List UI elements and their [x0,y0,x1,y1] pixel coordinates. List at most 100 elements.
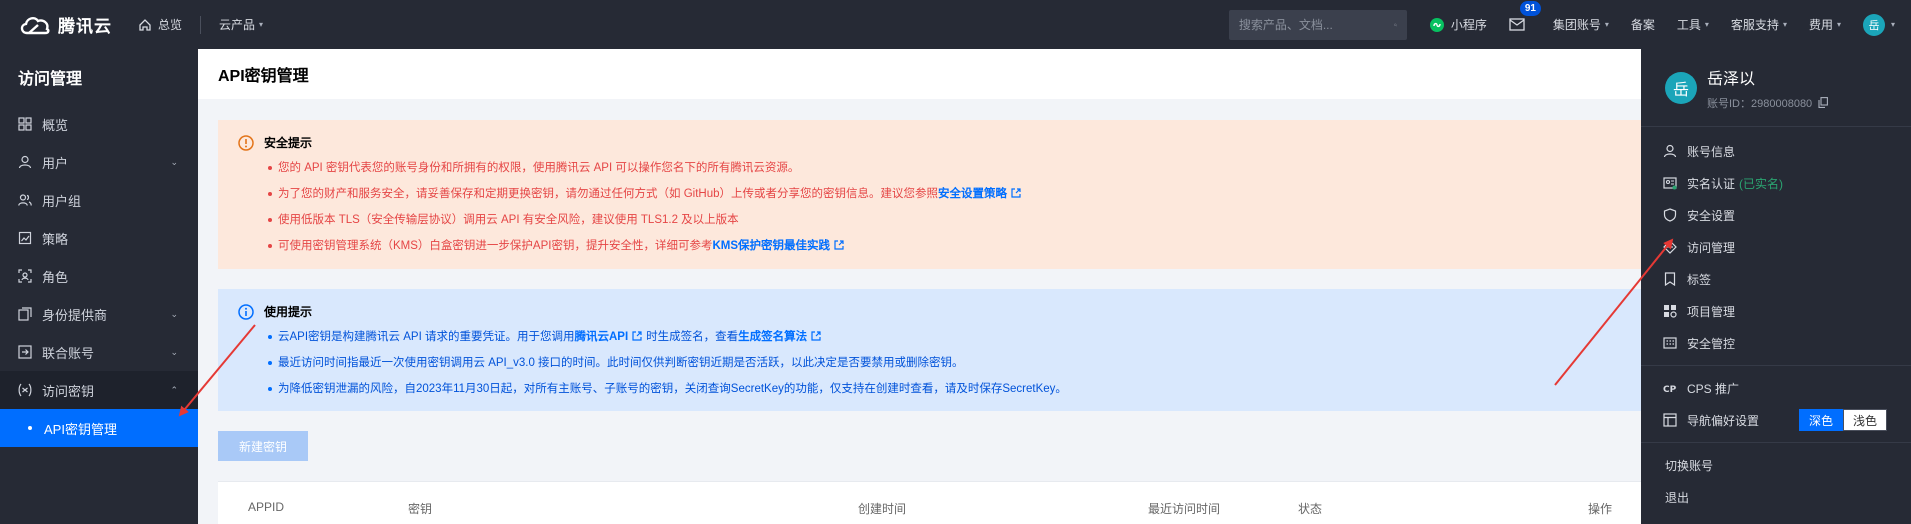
nav-products-menu[interactable]: 云产品 ▾ [219,16,263,33]
security-notice-title: 安全提示 [238,134,1641,151]
switch-account-link[interactable]: 切换账号 [1641,449,1911,481]
sidebar-item-roles[interactable]: 角色 [0,257,198,295]
usage-notice-title: 使用提示 [238,303,1641,320]
search-input[interactable] [1238,17,1394,32]
menu-item-real-name-auth[interactable]: 实名认证 (已实名) [1641,167,1911,199]
group-account-menu[interactable]: 集团账号 ▾ [1553,16,1609,33]
search-box[interactable] [1228,9,1407,40]
sidebar-item-api-key-management[interactable]: API密钥管理 [0,409,198,447]
account-id: 账号ID：2980008080 [1707,95,1829,111]
sidebar-item-label: 角色 [42,269,69,285]
table-header: APPID 密钥 创建时间 最近访问时间 状态 操作 [218,481,1641,524]
menu-item-access-management[interactable]: 访问管理 [1641,231,1911,263]
sidebar-item-federated-accounts[interactable]: 联合账号 ⌄ [0,333,198,371]
billing-menu[interactable]: 费用 ▾ [1809,16,1841,33]
logout-link[interactable]: 退出 [1641,481,1911,513]
column-header-created: 创建时间 [858,502,907,516]
theme-dark-option[interactable]: 深色 [1799,409,1844,431]
support-label: 客服支持 [1730,18,1779,32]
menu-item-security-control[interactable]: 安全管控 [1641,327,1911,359]
menu-item-project-management[interactable]: 项目管理 [1641,295,1911,327]
menu-item-tags[interactable]: 标签 [1641,263,1911,295]
menu-item-label: 导航偏好设置 [1687,413,1760,428]
sidebar-item-label: 概览 [42,117,69,133]
sidebar-item-user-groups[interactable]: 用户组 [0,181,198,219]
usage-notice-list: 云API密钥是构建腾讯云 API 请求的重要凭证。用于您调用腾讯云API 时生成签… [238,324,1641,402]
mini-program-link[interactable]: 小程序 [1429,16,1487,33]
theme-light-option[interactable]: 浅色 [1843,409,1888,431]
beian-link[interactable]: 备案 [1631,16,1655,33]
account-menu[interactable]: 岳 ▾ [1862,13,1895,36]
cps-icon: CPS [1663,385,1677,395]
new-key-button[interactable]: 新建密钥 [218,431,308,461]
security-notice-title-text: 安全提示 [264,136,313,150]
menu-item-label: 访问管理 [1687,240,1736,255]
security-notice: 安全提示 您的 API 密钥代表您的账号身份和所拥有的权限，使用腾讯云 API … [218,120,1641,269]
sidebar-item-label: 联合账号 [42,345,95,361]
sidebar-item-access-keys[interactable]: 访问密钥 ⌃ [0,371,198,409]
key-icon [18,383,32,397]
column-header-last-access: 最近访问时间 [1148,502,1221,516]
chevron-down-icon: ▾ [1604,20,1609,29]
account-name: 岳泽以 [1707,70,1756,88]
tools-menu[interactable]: 工具 ▾ [1677,16,1709,33]
security-policy-link[interactable]: 安全设置策略 [938,188,1007,200]
idp-icon [18,307,32,321]
chevron-up-icon: ⌃ [170,384,178,395]
nav-overview[interactable]: 总览 [138,16,182,33]
menu-item-label: 项目管理 [1687,304,1736,319]
notice-text: 可使用密钥管理系统（KMS）白盒密钥进一步保护API密钥，提升安全性，详细可参考 [278,240,713,252]
kms-best-practice-link[interactable]: KMS保护密钥最佳实践 [712,240,830,252]
notice-text: 云API密钥是构建腾讯云 API 请求的重要凭证。用于您调用 [278,331,575,343]
external-link-icon[interactable] [632,331,642,341]
chevron-down-icon: ▾ [1782,20,1787,29]
menu-item-nav-preferences: 导航偏好设置 深色 浅色 [1641,404,1911,436]
messages-button[interactable]: 91 [1509,1,1541,31]
tencent-cloud-logo[interactable]: 腾讯云 [0,12,128,37]
topbar-right: 小程序 91 集团账号 ▾ 备案 工具 ▾ 客服支持 ▾ 费用 ▾ 岳 ▾ [1228,0,1911,49]
billing-label: 费用 [1808,18,1833,32]
copy-icon[interactable] [1818,97,1829,108]
support-menu[interactable]: 客服支持 ▾ [1731,16,1787,33]
sidebar-item-label: 身份提供商 [42,307,108,323]
external-link-icon[interactable] [1011,188,1021,198]
menu-item-label: 标签 [1687,272,1712,287]
federated-icon [18,345,32,359]
tencent-cloud-api-link[interactable]: 腾讯云API [574,331,628,343]
external-link-icon[interactable] [834,240,844,250]
info-icon [238,303,254,320]
menu-item-account-info[interactable]: 账号信息 [1641,135,1911,167]
avatar: 岳 [1862,13,1885,36]
sidebar-sub-label: API密钥管理 [44,421,117,437]
divider [200,15,202,34]
theme-toggle: 深色 浅色 [1799,409,1888,431]
security-notice-list: 您的 API 密钥代表您的账号身份和所拥有的权限，使用腾讯云 API 可以操作您… [238,155,1641,259]
menu-item-label: 安全设置 [1687,208,1736,223]
page-title: API密钥管理 [198,49,1641,99]
verified-status: (已实名) [1739,176,1784,191]
search-icon[interactable] [1393,18,1397,32]
signature-algorithm-link[interactable]: 生成签名算法 [738,331,807,343]
policy-icon [18,231,32,245]
list-item: 为了您的财产和服务安全，请妥善保存和定期更换密钥，请勿通过任何方式（如 GitH… [268,181,1641,207]
id-card-icon [1663,177,1677,190]
sidebar-item-label: 访问密钥 [42,383,95,399]
chevron-down-icon: ⌄ [170,156,178,167]
beian-label: 备案 [1630,18,1655,32]
svg-text:CPS: CPS [1663,385,1677,395]
notice-text: 您的 API 密钥代表您的账号身份和所拥有的权限，使用腾讯云 API 可以操作您… [278,162,800,174]
menu-item-security-settings[interactable]: 安全设置 [1641,199,1911,231]
project-icon [1664,305,1677,318]
external-link-icon[interactable] [811,331,821,341]
sidebar-item-users[interactable]: 用户 ⌄ [0,143,198,181]
divider [1641,442,1911,443]
sidebar-item-identity-providers[interactable]: 身份提供商 ⌄ [0,295,198,333]
menu-item-cps[interactable]: CPS CPS 推广 [1641,372,1911,404]
list-item: 可使用密钥管理系统（KMS）白盒密钥进一步保护API密钥，提升安全性，详细可参考… [268,233,1641,259]
brand-name: 腾讯云 [58,17,112,36]
sidebar-item-overview[interactable]: 概览 [0,105,198,143]
home-icon [139,18,151,31]
column-header-status: 状态 [1298,502,1323,516]
sidebar-item-policies[interactable]: 策略 [0,219,198,257]
